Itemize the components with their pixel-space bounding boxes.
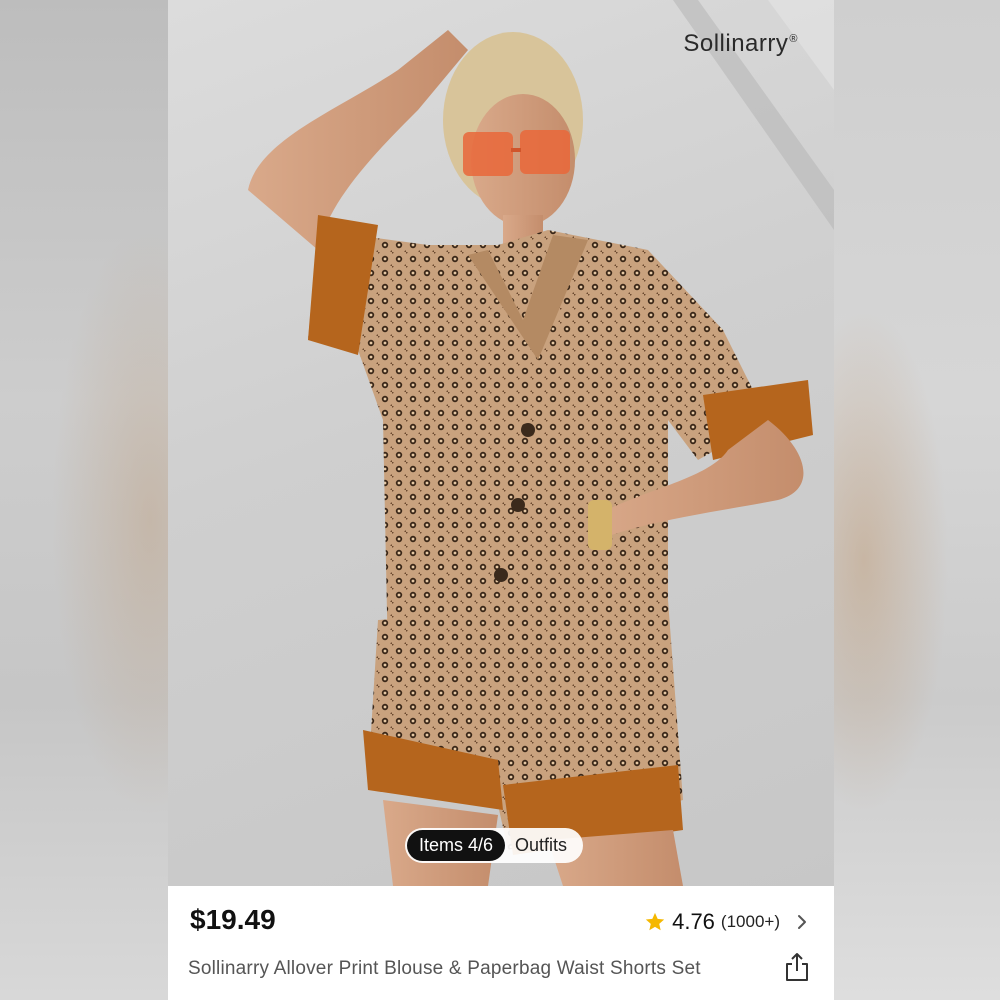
blurred-backdrop-left xyxy=(0,0,168,1000)
review-count: (1000+) xyxy=(720,912,780,931)
gallery-pager: Items 4/6 Outfits xyxy=(405,828,584,863)
product-card: Sollinarry® Items 4/6 Outfits $19.49 4.7… xyxy=(168,0,834,1000)
model-illustration xyxy=(248,0,834,886)
brand-name: Sollinarry xyxy=(683,30,789,57)
outfits-tab[interactable]: Outfits xyxy=(505,830,581,861)
product-photo[interactable]: Sollinarry® Items 4/6 Outfits xyxy=(168,0,834,886)
chevron-right-icon xyxy=(798,915,806,929)
rating-score: 4.76 xyxy=(672,909,715,934)
trademark-mark: ® xyxy=(789,33,798,45)
items-tab[interactable]: Items 4/6 xyxy=(407,830,506,861)
blurred-backdrop-right xyxy=(834,0,1000,1000)
brand-logo: Sollinarry® xyxy=(683,30,798,58)
share-icon[interactable] xyxy=(784,952,810,982)
star-icon xyxy=(645,912,665,931)
product-title: Sollinarry Allover Print Blouse & Paperb… xyxy=(188,958,701,979)
product-price: $19.49 xyxy=(190,904,276,935)
rating-summary[interactable]: 4.76 (1000+) xyxy=(644,908,808,936)
product-info-panel: $19.49 4.76 (1000+) Sollinarry Allover P… xyxy=(168,886,834,1000)
